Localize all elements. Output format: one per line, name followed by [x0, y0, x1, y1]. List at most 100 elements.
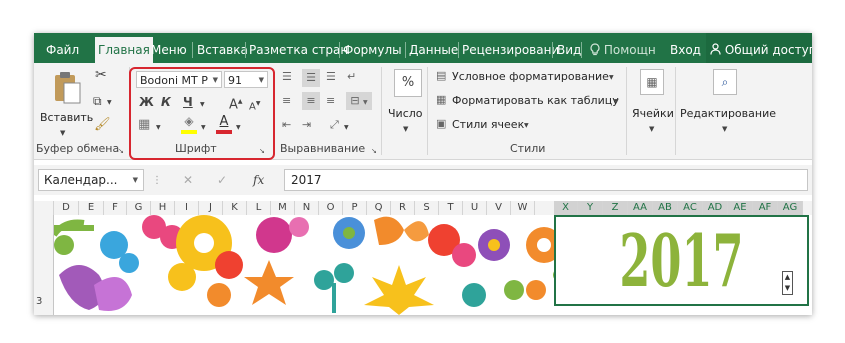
- conditional-format-button[interactable]: Условное форматирование: [452, 70, 609, 83]
- insert-function-button[interactable]: fx: [253, 174, 264, 186]
- align-middle-icon[interactable]: ☰: [302, 69, 320, 87]
- row-header[interactable]: 3: [34, 215, 54, 315]
- wrap-text-icon[interactable]: ↵: [347, 71, 356, 83]
- column-header[interactable]: P: [343, 201, 367, 215]
- chevron-down-icon[interactable]: ▼: [649, 123, 654, 135]
- editing-label[interactable]: Редактирование: [680, 107, 776, 120]
- formula-input[interactable]: 2017: [284, 169, 808, 191]
- column-header[interactable]: T: [439, 201, 463, 215]
- copy-icon[interactable]: ⧉: [93, 95, 102, 107]
- column-header[interactable]: E: [79, 201, 104, 215]
- column-header[interactable]: S: [415, 201, 439, 215]
- column-header-selected[interactable]: Y: [578, 201, 603, 215]
- column-header-selected[interactable]: AA: [628, 201, 653, 215]
- chevron-down-icon[interactable]: ▼: [722, 123, 727, 135]
- tab-page-layout[interactable]: Разметка стран: [249, 33, 348, 63]
- cells-icon[interactable]: ▦: [640, 69, 664, 95]
- tab-menu[interactable]: Меню: [151, 33, 187, 63]
- tab-separator: [339, 42, 340, 58]
- tab-separator: [192, 42, 193, 58]
- percent-icon[interactable]: %: [394, 69, 422, 97]
- help-label: Помощн: [603, 43, 656, 57]
- chevron-down-icon[interactable]: ▼: [403, 123, 408, 135]
- select-all-corner[interactable]: [34, 201, 54, 215]
- column-header[interactable]: O: [319, 201, 343, 215]
- year-spinner[interactable]: ▲ ▼: [782, 271, 793, 295]
- paste-label[interactable]: Вставить: [40, 111, 93, 124]
- tab-view[interactable]: Вид: [557, 33, 581, 63]
- column-header[interactable]: M: [271, 201, 295, 215]
- column-header[interactable]: I: [175, 201, 199, 215]
- tab-review[interactable]: Рецензировани: [462, 33, 559, 63]
- styles-group-label: Стили: [510, 142, 546, 155]
- row-number: 3: [36, 296, 43, 307]
- name-box-value: Календар...: [44, 173, 118, 187]
- merge-center-icon[interactable]: ⊟ ▼: [346, 92, 372, 110]
- format-painter-icon[interactable]: 🖌: [94, 118, 111, 131]
- login-link[interactable]: Вход: [670, 33, 701, 63]
- column-header[interactable]: U: [463, 201, 487, 215]
- increase-indent-icon[interactable]: ⇥: [302, 119, 311, 131]
- tab-formulas[interactable]: Формулы: [343, 33, 402, 63]
- column-header[interactable]: F: [104, 201, 127, 215]
- align-left-icon[interactable]: ≡: [282, 95, 291, 107]
- format-as-table-button[interactable]: Форматировать как таблицу: [452, 94, 619, 107]
- column-header-selected[interactable]: AC: [678, 201, 703, 215]
- cell-styles-icon: ▣: [436, 117, 447, 130]
- column-header-selected[interactable]: AD: [703, 201, 728, 215]
- group-separator: [427, 67, 428, 155]
- name-box[interactable]: Календар... ▼: [38, 169, 144, 191]
- enter-icon[interactable]: ✓: [217, 174, 227, 186]
- column-header-selected[interactable]: AG: [778, 201, 803, 215]
- align-top-icon[interactable]: ☰: [282, 71, 292, 83]
- cell-styles-button[interactable]: Стили ячеек: [452, 118, 524, 131]
- tab-separator: [552, 42, 553, 58]
- chevron-down-icon[interactable]: ▼: [107, 97, 112, 109]
- group-separator: [381, 67, 382, 155]
- column-header[interactable]: V: [487, 201, 511, 215]
- tab-data[interactable]: Данные: [409, 33, 458, 63]
- column-header[interactable]: L: [247, 201, 271, 215]
- search-icon[interactable]: ⌕: [713, 69, 737, 95]
- column-header[interactable]: K: [223, 201, 247, 215]
- column-header-selected[interactable]: AB: [653, 201, 678, 215]
- dialog-launcher-icon[interactable]: ↘: [371, 145, 377, 157]
- column-header[interactable]: R: [391, 201, 415, 215]
- tab-separator: [458, 42, 459, 58]
- column-header-selected[interactable]: X: [554, 201, 578, 215]
- align-center-icon[interactable]: ≡: [302, 92, 320, 110]
- share-button[interactable]: Общий доступ: [706, 33, 812, 63]
- tab-insert[interactable]: Вставка: [197, 33, 248, 63]
- column-header[interactable]: W: [511, 201, 535, 215]
- column-header[interactable]: N: [295, 201, 319, 215]
- column-header-selected[interactable]: AE: [728, 201, 753, 215]
- chevron-down-icon[interactable]: ▼: [524, 120, 529, 132]
- tab-home[interactable]: Главная: [95, 37, 153, 63]
- cancel-icon[interactable]: ✕: [183, 174, 193, 186]
- help-search[interactable]: Помощн: [590, 33, 656, 63]
- column-header-selected[interactable]: AF: [753, 201, 778, 215]
- chevron-down-icon[interactable]: ▼: [344, 122, 349, 134]
- number-label[interactable]: Число: [388, 107, 423, 120]
- cut-icon[interactable]: ✂: [95, 68, 107, 82]
- cells-label[interactable]: Ячейки: [632, 107, 674, 120]
- column-header[interactable]: D: [54, 201, 79, 215]
- column-header[interactable]: J: [199, 201, 223, 215]
- column-header[interactable]: Q: [367, 201, 391, 215]
- column-header[interactable]: H: [151, 201, 175, 215]
- paste-icon[interactable]: [52, 71, 82, 105]
- decrease-indent-icon[interactable]: ⇤: [282, 119, 291, 131]
- align-bottom-icon[interactable]: ☰: [326, 71, 336, 83]
- group-separator: [675, 67, 676, 155]
- column-header[interactable]: G: [127, 201, 151, 215]
- tab-file[interactable]: Файл: [46, 33, 79, 63]
- orientation-icon[interactable]: ⤢: [330, 119, 339, 131]
- share-label: Общий доступ: [724, 43, 812, 57]
- align-right-icon[interactable]: ≡: [326, 95, 335, 107]
- chevron-down-icon[interactable]: ▼: [60, 127, 65, 139]
- chevron-down-icon[interactable]: ▼: [614, 96, 619, 108]
- column-header-selected[interactable]: Z: [603, 201, 628, 215]
- chevron-down-icon[interactable]: ▼: [609, 72, 614, 84]
- tab-separator: [581, 42, 582, 58]
- dialog-launcher-icon[interactable]: ↘: [118, 145, 124, 157]
